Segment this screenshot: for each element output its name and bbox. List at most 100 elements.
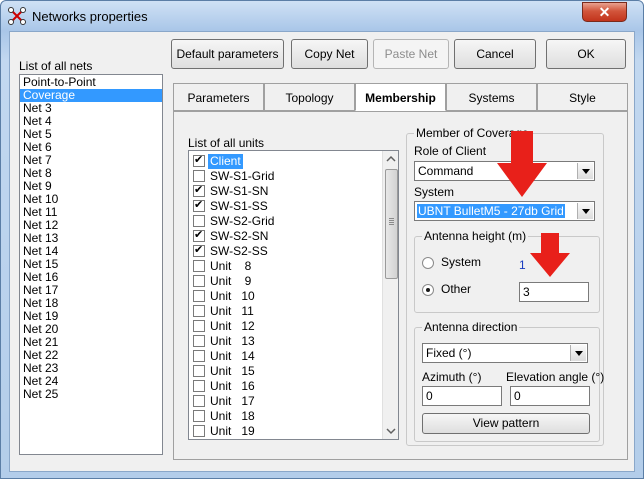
chevron-down-icon[interactable]: [577, 163, 593, 179]
title-bar[interactable]: Networks properties ✕: [1, 1, 643, 31]
system-dropdown[interactable]: UBNT BulletM5 - 27db Grid: [414, 201, 595, 221]
system-value: UBNT BulletM5 - 27db Grid: [417, 204, 565, 218]
tab-topology[interactable]: Topology: [264, 83, 355, 111]
copy-net-button[interactable]: Copy Net: [291, 39, 368, 69]
tab-membership[interactable]: Membership: [355, 83, 446, 111]
net-list-item[interactable]: Net 25: [20, 388, 162, 401]
unit-checkbox[interactable]: [193, 425, 205, 437]
unit-label: SW-S2-SN: [210, 229, 269, 243]
unit-label: Unit 14: [210, 349, 255, 363]
unit-list-item[interactable]: Unit 19: [189, 424, 379, 439]
direction-mode-dropdown[interactable]: Fixed (°): [422, 343, 588, 363]
unit-list-item[interactable]: Unit 12: [189, 319, 379, 334]
tab-strip: Parameters Topology Membership Systems Style: [173, 83, 628, 111]
elevation-input[interactable]: 0: [510, 386, 590, 406]
antenna-height-title: Antenna height (m): [422, 229, 529, 243]
annotation-arrow-icon: [530, 233, 570, 277]
membership-panel: List of all units ClientSW-S1-GridSW-S1-…: [173, 111, 628, 460]
tab-systems[interactable]: Systems: [446, 83, 537, 111]
paste-net-button[interactable]: Paste Net: [373, 39, 449, 69]
unit-list-item[interactable]: SW-S1-Grid: [189, 169, 379, 184]
unit-list-item[interactable]: Unit 16: [189, 379, 379, 394]
unit-list-item[interactable]: Unit 10: [189, 289, 379, 304]
unit-list-item[interactable]: Unit 15: [189, 364, 379, 379]
units-items: ClientSW-S1-GridSW-S1-SNSW-S1-SSSW-S2-Gr…: [189, 153, 383, 439]
unit-label: Unit 13: [210, 334, 255, 348]
window-title: Networks properties: [32, 9, 148, 24]
close-button[interactable]: ✕: [582, 2, 627, 22]
height-other-input[interactable]: 3: [519, 282, 589, 302]
unit-list-item[interactable]: Unit 9: [189, 274, 379, 289]
unit-checkbox[interactable]: [193, 183, 205, 197]
scroll-thumb[interactable]: [385, 169, 398, 279]
height-system-label: System: [441, 255, 482, 269]
unit-checkbox[interactable]: [193, 410, 205, 422]
unit-checkbox[interactable]: [193, 260, 205, 272]
unit-label: SW-S1-SS: [210, 199, 268, 213]
unit-checkbox[interactable]: [193, 243, 205, 257]
unit-checkbox[interactable]: [193, 290, 205, 302]
unit-list-item[interactable]: SW-S1-SS: [189, 198, 379, 214]
chevron-down-icon[interactable]: [570, 345, 586, 361]
thumb-grip: [389, 218, 394, 219]
unit-checkbox[interactable]: [193, 320, 205, 332]
unit-list-item[interactable]: Unit 14: [189, 349, 379, 364]
unit-list-item[interactable]: Unit 18: [189, 409, 379, 424]
tab-style[interactable]: Style: [537, 83, 628, 111]
height-system-value: 1: [519, 258, 526, 272]
unit-checkbox[interactable]: [193, 228, 205, 242]
unit-list-item[interactable]: SW-S2-Grid: [189, 214, 379, 229]
unit-label: Client: [208, 154, 243, 169]
height-other-radio[interactable]: [422, 284, 434, 296]
scroll-down-icon[interactable]: [383, 423, 398, 439]
default-parameters-button[interactable]: Default parameters: [171, 39, 284, 69]
unit-list-item[interactable]: Unit 13: [189, 334, 379, 349]
unit-checkbox[interactable]: [193, 350, 205, 362]
unit-list-item[interactable]: SW-S2-SS: [189, 243, 379, 259]
unit-label: Unit 19: [210, 424, 255, 438]
tab-parameters[interactable]: Parameters: [173, 83, 264, 111]
direction-mode-value: Fixed (°): [426, 346, 472, 360]
unit-label: SW-S2-Grid: [210, 214, 275, 228]
cancel-button[interactable]: Cancel: [454, 39, 536, 69]
unit-label: SW-S2-SS: [210, 244, 268, 258]
unit-label: Unit 8: [210, 259, 252, 273]
unit-checkbox[interactable]: [193, 380, 205, 392]
unit-label: Unit 9: [210, 274, 252, 288]
role-label: Role of Client: [414, 144, 487, 158]
unit-list-item[interactable]: Client: [189, 153, 379, 169]
azimuth-input[interactable]: 0: [422, 386, 502, 406]
view-pattern-button[interactable]: View pattern: [422, 413, 590, 434]
unit-label: Unit 15: [210, 364, 255, 378]
nets-listbox[interactable]: Point-to-Point Coverage Net 3 Net 4 Net 5 Net…: [19, 74, 163, 455]
unit-checkbox[interactable]: [193, 335, 205, 347]
unit-list-item[interactable]: SW-S2-SN: [189, 228, 379, 244]
unit-checkbox[interactable]: [193, 305, 205, 317]
network-app-icon: [8, 7, 26, 25]
unit-label: SW-S1-Grid: [210, 169, 275, 183]
close-icon: ✕: [598, 4, 611, 20]
unit-checkbox[interactable]: [193, 170, 205, 182]
unit-checkbox[interactable]: [193, 365, 205, 377]
chevron-down-icon[interactable]: [577, 203, 593, 219]
unit-list-item[interactable]: SW-S1-SN: [189, 183, 379, 199]
unit-checkbox[interactable]: [193, 153, 205, 167]
unit-label: Unit 18: [210, 409, 255, 423]
scroll-up-icon[interactable]: [383, 151, 398, 167]
units-listbox[interactable]: ClientSW-S1-GridSW-S1-SNSW-S1-SSSW-S2-Gr…: [188, 150, 399, 440]
unit-checkbox[interactable]: [193, 198, 205, 212]
units-scrollbar[interactable]: [382, 151, 398, 439]
unit-checkbox[interactable]: [193, 215, 205, 227]
unit-checkbox[interactable]: [193, 275, 205, 287]
height-system-radio[interactable]: [422, 257, 434, 269]
ok-button[interactable]: OK: [546, 39, 626, 69]
unit-checkbox[interactable]: [193, 395, 205, 407]
unit-list-item[interactable]: Unit 17: [189, 394, 379, 409]
azimuth-label: Azimuth (°): [422, 370, 482, 384]
unit-list-item[interactable]: Unit 11: [189, 304, 379, 319]
unit-list-item[interactable]: Unit 8: [189, 259, 379, 274]
antenna-direction-group: Antenna direction Fixed (°) Azimuth (°) …: [414, 320, 604, 442]
antenna-direction-title: Antenna direction: [422, 320, 520, 334]
unit-label: Unit 16: [210, 379, 255, 393]
system-label: System: [414, 185, 455, 199]
